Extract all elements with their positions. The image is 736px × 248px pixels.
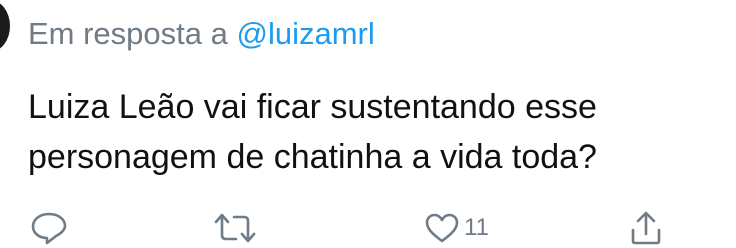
- avatar[interactable]: [0, 0, 10, 52]
- reply-prefix: Em resposta a: [28, 16, 228, 51]
- reply-icon: [31, 212, 67, 245]
- reply-context: Em resposta a @luizamrl: [28, 14, 375, 54]
- tweet-line: personagem de chatinha a vida toda?: [28, 138, 597, 176]
- reply-handle-link[interactable]: @luizamrl: [237, 16, 375, 51]
- heart-icon: [425, 213, 459, 243]
- like-count: 11: [464, 214, 489, 241]
- share-icon: [631, 211, 661, 245]
- like-button[interactable]: 11: [424, 208, 489, 248]
- retweet-icon: [214, 213, 256, 243]
- reply-button[interactable]: [30, 208, 68, 248]
- share-button[interactable]: [628, 208, 664, 248]
- tweet-line: Luiza Leão vai ficar sustentando esse: [28, 88, 597, 126]
- tweet-body: Luiza Leão vai ficar sustentando esse pe…: [28, 82, 597, 182]
- retweet-button[interactable]: [212, 208, 258, 248]
